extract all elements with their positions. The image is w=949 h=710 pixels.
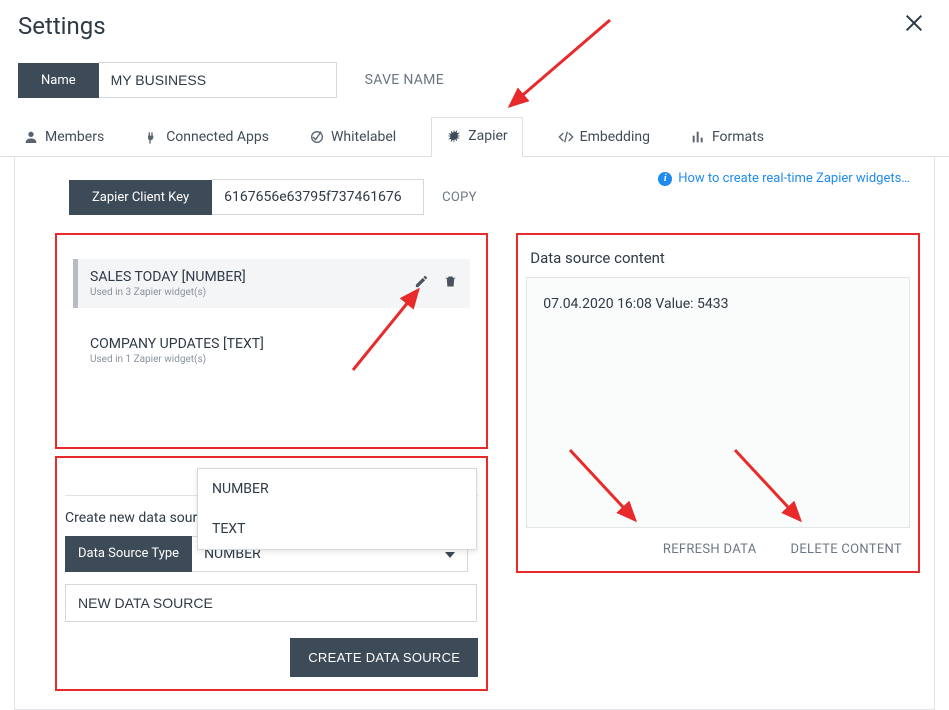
content-panel-body: 07.04.2020 16:08 Value: 5433 bbox=[526, 277, 910, 528]
data-source-row[interactable]: SALES TODAY [NUMBER] Used in 3 Zapier wi… bbox=[73, 259, 470, 308]
trash-icon[interactable] bbox=[443, 274, 458, 293]
whitelabel-icon bbox=[309, 129, 325, 145]
tab-zapier[interactable]: Zapier bbox=[431, 117, 522, 157]
annotation-box-content: Data source content 07.04.2020 16:08 Val… bbox=[516, 233, 920, 573]
data-source-sub: Used in 3 Zapier widget(s) bbox=[90, 287, 246, 298]
bars-icon bbox=[690, 129, 706, 145]
client-key-label: Zapier Client Key bbox=[69, 180, 212, 215]
page-title: Settings bbox=[18, 12, 106, 40]
data-source-sub: Used in 1 Zapier widget(s) bbox=[90, 354, 264, 365]
person-icon bbox=[23, 129, 39, 145]
delete-content-button[interactable]: DELETE CONTENT bbox=[791, 542, 903, 557]
business-name-input[interactable] bbox=[99, 62, 337, 98]
code-icon bbox=[558, 129, 574, 145]
data-source-title: COMPANY UPDATES [TEXT] bbox=[90, 336, 264, 352]
tab-label: Formats bbox=[712, 129, 764, 145]
create-data-source-button[interactable]: CREATE DATA SOURCE bbox=[290, 638, 478, 677]
tab-label: Members bbox=[45, 129, 104, 145]
close-button[interactable] bbox=[897, 8, 931, 44]
help-link[interactable]: i How to create real-time Zapier widgets… bbox=[658, 171, 910, 186]
refresh-data-button[interactable]: REFRESH DATA bbox=[663, 542, 757, 557]
tab-embedding[interactable]: Embedding bbox=[553, 118, 655, 157]
dropdown-option[interactable]: TEXT bbox=[198, 509, 476, 549]
tabs-bar: Members Connected Apps Whitelabel Zapier… bbox=[0, 116, 949, 157]
tab-label: Connected Apps bbox=[166, 129, 269, 145]
annotation-box-sources: SALES TODAY [NUMBER] Used in 3 Zapier wi… bbox=[55, 233, 488, 449]
dropdown-option[interactable]: NUMBER bbox=[198, 469, 476, 509]
tab-whitelabel[interactable]: Whitelabel bbox=[304, 118, 401, 157]
save-name-button[interactable]: SAVE NAME bbox=[365, 72, 444, 88]
tab-label: Embedding bbox=[580, 129, 650, 145]
data-source-title: SALES TODAY [NUMBER] bbox=[90, 269, 246, 285]
help-link-text: How to create real-time Zapier widgets… bbox=[678, 171, 910, 186]
copy-button[interactable]: COPY bbox=[442, 190, 477, 205]
tab-label: Zapier bbox=[468, 128, 507, 144]
type-label: Data Source Type bbox=[65, 536, 192, 572]
data-source-row[interactable]: COMPANY UPDATES [TEXT] Used in 1 Zapier … bbox=[73, 326, 470, 375]
tab-content: i How to create real-time Zapier widgets… bbox=[14, 157, 935, 710]
zapier-icon bbox=[446, 128, 462, 144]
tab-connected-apps[interactable]: Connected Apps bbox=[139, 118, 274, 157]
edit-icon[interactable] bbox=[414, 274, 429, 293]
tab-label: Whitelabel bbox=[331, 129, 396, 145]
content-panel-title: Data source content bbox=[530, 249, 906, 267]
info-icon: i bbox=[658, 172, 672, 186]
tab-members[interactable]: Members bbox=[18, 118, 109, 157]
annotation-box-create: Create new data source NUMBER TEXT Data … bbox=[55, 456, 488, 691]
name-label: Name bbox=[18, 63, 99, 98]
tab-formats[interactable]: Formats bbox=[685, 118, 769, 157]
type-dropdown-menu[interactable]: NUMBER TEXT bbox=[197, 468, 477, 550]
plug-icon bbox=[144, 129, 160, 145]
client-key-value: 6167656e63795f737461676 bbox=[212, 179, 424, 215]
new-source-name-input[interactable] bbox=[65, 584, 477, 622]
